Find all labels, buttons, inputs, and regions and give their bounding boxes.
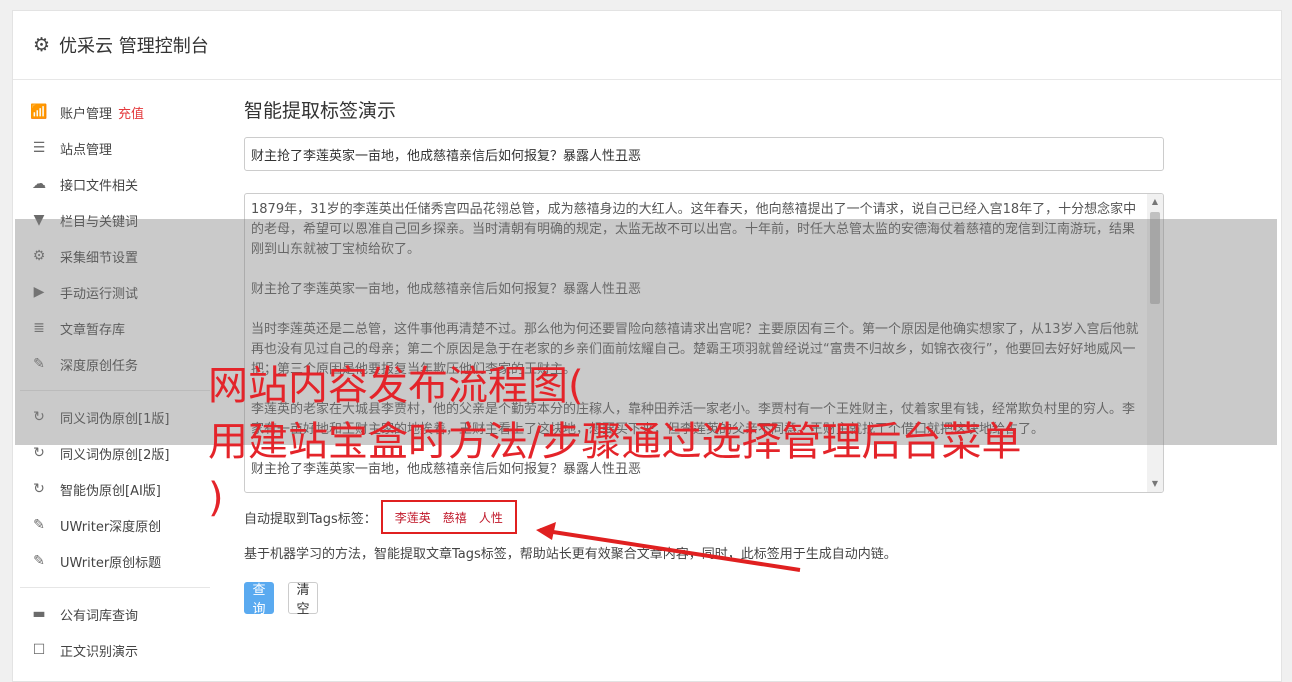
sidebar-item[interactable]: ↻ 同义词伪原创[1版] <box>20 399 210 435</box>
sidebar-item[interactable]: ☰ 站点管理 <box>20 130 210 166</box>
sidebar-item-label: 文章暂存库 <box>60 322 126 338</box>
cogs-icon: ⚙ <box>32 248 46 264</box>
nav-divider <box>20 390 210 391</box>
play-circle-icon: ▶ <box>33 284 45 300</box>
sidebar-item[interactable]: ▶ 手动运行测试 <box>20 274 210 310</box>
sidebar-item[interactable]: ≣ 文章暂存库 <box>20 310 210 346</box>
sidebar-item-label: 公有词库查询 <box>60 608 139 624</box>
scrollbar[interactable]: ▲ ▼ <box>1147 194 1163 492</box>
sidebar-item[interactable]: ☁ 接口文件相关 <box>20 166 210 202</box>
query-button[interactable]: 查询 <box>244 582 274 617</box>
filter-icon: ▼ <box>33 212 45 228</box>
page-title: 优采云 管理控制台 <box>59 36 209 57</box>
sidebar-item-label: 采集细节设置 <box>60 250 139 266</box>
sidebar-item[interactable]: ✎ UWriter原创标题 <box>20 543 210 579</box>
refresh-icon: ↻ <box>33 409 45 425</box>
refresh-icon: ↻ <box>33 445 45 461</box>
gear-icon: ⚙ <box>33 34 51 56</box>
button-group: 查询 清空 <box>244 582 1164 617</box>
sidebar-item-label: 站点管理 <box>60 142 113 158</box>
scroll-up-icon[interactable]: ▲ <box>1147 194 1163 210</box>
sidebar: 📶 账户管理 充值 ☰ 站点管理 ☁ 接口文件相关 ▼ 栏目与关键词 ⚙ 采集细节设置 ▶ 手动运行测试… <box>20 94 210 668</box>
sidebar-item[interactable]: ⚙ 采集细节设置 <box>20 238 210 274</box>
edit-icon: ✎ <box>33 356 45 372</box>
overlay-caption: 网站内容发布流程图( 用建站宝盒时方法/步骤通过选择管理后台菜单 ) <box>208 358 1108 526</box>
sidebar-item-label: UWriter深度原创 <box>60 519 162 535</box>
square-icon: ☐ <box>32 642 46 658</box>
sidebar-item-label: 正文识别演示 <box>60 644 139 660</box>
sidebar-item-label: 手动运行测试 <box>60 286 139 302</box>
recharge-link[interactable]: 充值 <box>118 103 144 122</box>
sidebar-item-label: 栏目与关键词 <box>60 214 139 230</box>
sidebar-item-label: 同义词伪原创[2版] <box>60 447 170 463</box>
sidebar-item-label: 接口文件相关 <box>60 178 139 194</box>
title-input[interactable] <box>244 137 1164 171</box>
overlay-line-2: 用建站宝盒时方法/步骤通过选择管理后台菜单 <box>208 419 1022 465</box>
sidebar-item-label: UWriter原创标题 <box>60 555 162 571</box>
scroll-thumb[interactable] <box>1150 212 1160 304</box>
sidebar-item[interactable]: ☐ 正文识别演示 <box>20 632 210 668</box>
sidebar-item[interactable]: ▼ 栏目与关键词 <box>20 202 210 238</box>
panel-header: ⚙ 优采云 管理控制台 <box>13 11 1281 80</box>
sidebar-item-label: 深度原创任务 <box>60 358 139 374</box>
sidebar-item-label: 智能伪原创[AI版] <box>60 483 161 499</box>
cloud-upload-icon: ☁ <box>32 176 46 192</box>
book-icon: ▬ <box>32 606 46 622</box>
sidebar-item[interactable]: ✎ UWriter深度原创 <box>20 507 210 543</box>
sidebar-item-label: 账户管理 <box>60 106 113 122</box>
sidebar-item[interactable]: ▬ 公有词库查询 <box>20 596 210 632</box>
sidebar-item-label: 同义词伪原创[1版] <box>60 411 170 427</box>
server-icon: ☰ <box>32 140 46 156</box>
annotation-arrow <box>536 522 801 572</box>
scroll-down-icon[interactable]: ▼ <box>1147 476 1163 492</box>
overlay-line-3: ) <box>208 475 224 521</box>
clear-button[interactable]: 清空 <box>288 582 318 617</box>
edit-icon: ✎ <box>33 517 45 533</box>
section-heading: 智能提取标签演示 <box>244 100 397 122</box>
refresh-icon: ↻ <box>33 481 45 497</box>
sidebar-item[interactable]: ✎ 深度原创任务 <box>20 346 210 382</box>
sidebar-item[interactable]: ↻ 同义词伪原创[2版] <box>20 435 210 471</box>
database-icon: ≣ <box>33 320 45 336</box>
bar-chart-icon: 📶 <box>30 104 48 120</box>
sidebar-item[interactable]: 📶 账户管理 充值 <box>20 94 210 130</box>
nav-divider <box>20 587 210 588</box>
overlay-line-1: 网站内容发布流程图( <box>208 363 584 409</box>
edit-icon: ✎ <box>33 553 45 569</box>
sidebar-item[interactable]: ↻ 智能伪原创[AI版] <box>20 471 210 507</box>
